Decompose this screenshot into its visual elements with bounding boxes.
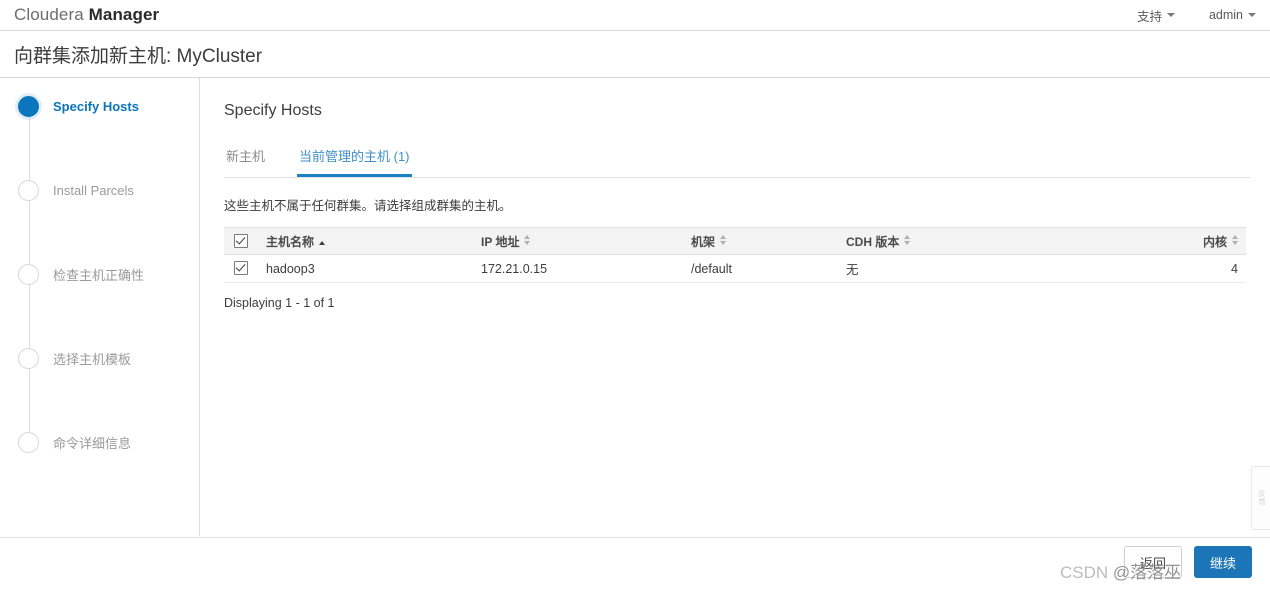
cell-rack: /default: [683, 254, 838, 283]
footer-buttons: 返回 继续: [1124, 546, 1252, 578]
column-header-hostname[interactable]: 主机名称: [258, 227, 473, 255]
tab-bar: 新主机 当前管理的主机 (1): [224, 146, 1250, 178]
brand-suffix: Manager: [88, 5, 160, 24]
row-checkbox[interactable]: [234, 261, 248, 275]
user-menu-label: admin: [1208, 8, 1243, 22]
sidebar-step-label: 选择主机模板: [53, 351, 132, 367]
sort-icon: [904, 234, 911, 245]
step-bullet-icon: [18, 179, 39, 201]
brand-prefix: Cloudera: [14, 5, 89, 24]
column-header-rack[interactable]: 机架: [683, 227, 838, 255]
footer-bar: 返回 继续: [0, 537, 1270, 595]
sidebar-step-command-details[interactable]: 命令详细信息: [18, 428, 199, 456]
row-select-cell[interactable]: [224, 254, 258, 283]
sort-ascending-icon: [319, 240, 326, 245]
wizard-sidebar: Specify Hosts Install Parcels 检查主机正确性 选择…: [0, 78, 200, 536]
sidebar-step-label: Specify Hosts: [53, 98, 139, 114]
panel-title: Specify Hosts: [224, 102, 322, 119]
column-header-ip[interactable]: IP 地址: [473, 227, 683, 255]
back-button[interactable]: 返回: [1124, 546, 1182, 578]
step-bullet-icon: [18, 95, 39, 117]
top-bar: Cloudera Manager 支持 admin: [0, 0, 1270, 31]
feedback-tab[interactable]: 反馈: [1251, 466, 1270, 530]
column-header-label: 主机名称: [266, 234, 315, 249]
page-title: 向群集添加新主机: MyCluster: [14, 45, 263, 67]
wizard-step-list: Specify Hosts Install Parcels 检查主机正确性 选择…: [0, 92, 199, 456]
tab-new-hosts[interactable]: 新主机: [224, 146, 267, 177]
table-row[interactable]: hadoop3 172.21.0.15 /default 无 4: [224, 254, 1246, 283]
table-header-row: 主机名称 IP 地址 机架 CDH 版本 内核: [224, 227, 1246, 255]
column-header-label: 机架: [691, 234, 716, 249]
hosts-table: 主机名称 IP 地址 机架 CDH 版本 内核 hadoop3 172.21.0…: [224, 227, 1246, 283]
select-all-header[interactable]: [224, 227, 258, 255]
sort-icon: [720, 234, 727, 245]
support-menu-label: 支持: [1136, 9, 1162, 24]
sidebar-step-label: 命令详细信息: [53, 435, 132, 451]
column-header-label: 内核: [1202, 234, 1227, 249]
sidebar-step-install-parcels[interactable]: Install Parcels: [18, 176, 199, 204]
sort-icon: [1232, 234, 1238, 245]
sidebar-step-specify-hosts[interactable]: Specify Hosts: [18, 92, 199, 120]
sidebar-step-host-correctness[interactable]: 检查主机正确性: [18, 260, 199, 288]
step-bullet-icon: [18, 347, 39, 369]
tab-currently-managed-hosts[interactable]: 当前管理的主机 (1): [297, 146, 412, 177]
sidebar-step-host-template[interactable]: 选择主机模板: [18, 344, 199, 372]
app-logo[interactable]: Cloudera Manager: [14, 5, 159, 25]
pagination-summary: Displaying 1 - 1 of 1: [224, 296, 335, 310]
chevron-down-icon: [1166, 13, 1175, 17]
main-panel: Specify Hosts 新主机 当前管理的主机 (1) 这些主机不属于任何群…: [200, 78, 1270, 536]
page-title-bar: 向群集添加新主机: MyCluster: [0, 31, 1270, 78]
sidebar-step-label: 检查主机正确性: [53, 267, 145, 283]
top-bar-right: 支持 admin: [1137, 6, 1256, 25]
cell-ip: 172.21.0.15: [473, 254, 683, 283]
column-header-label: IP 地址: [481, 234, 520, 249]
support-menu[interactable]: 支持: [1137, 6, 1175, 25]
sort-icon: [524, 234, 531, 245]
cell-cdh-version: 无: [838, 254, 1168, 283]
chevron-down-icon: [1248, 13, 1256, 17]
cell-hostname: hadoop3: [258, 254, 473, 283]
sidebar-step-label: Install Parcels: [53, 182, 134, 198]
step-bullet-icon: [18, 263, 39, 285]
select-all-checkbox[interactable]: [234, 233, 248, 248]
column-header-cdh-version[interactable]: CDH 版本: [838, 227, 1168, 255]
hint-text: 这些主机不属于任何群集。请选择组成群集的主机。: [224, 199, 512, 213]
continue-button[interactable]: 继续: [1194, 546, 1252, 578]
cell-cores: 4: [1168, 254, 1246, 283]
step-bullet-icon: [18, 431, 39, 453]
column-header-label: CDH 版本: [846, 234, 900, 249]
content-area: Specify Hosts Install Parcels 检查主机正确性 选择…: [0, 78, 1270, 536]
column-header-cores[interactable]: 内核: [1168, 227, 1246, 255]
user-menu[interactable]: admin: [1209, 8, 1256, 22]
